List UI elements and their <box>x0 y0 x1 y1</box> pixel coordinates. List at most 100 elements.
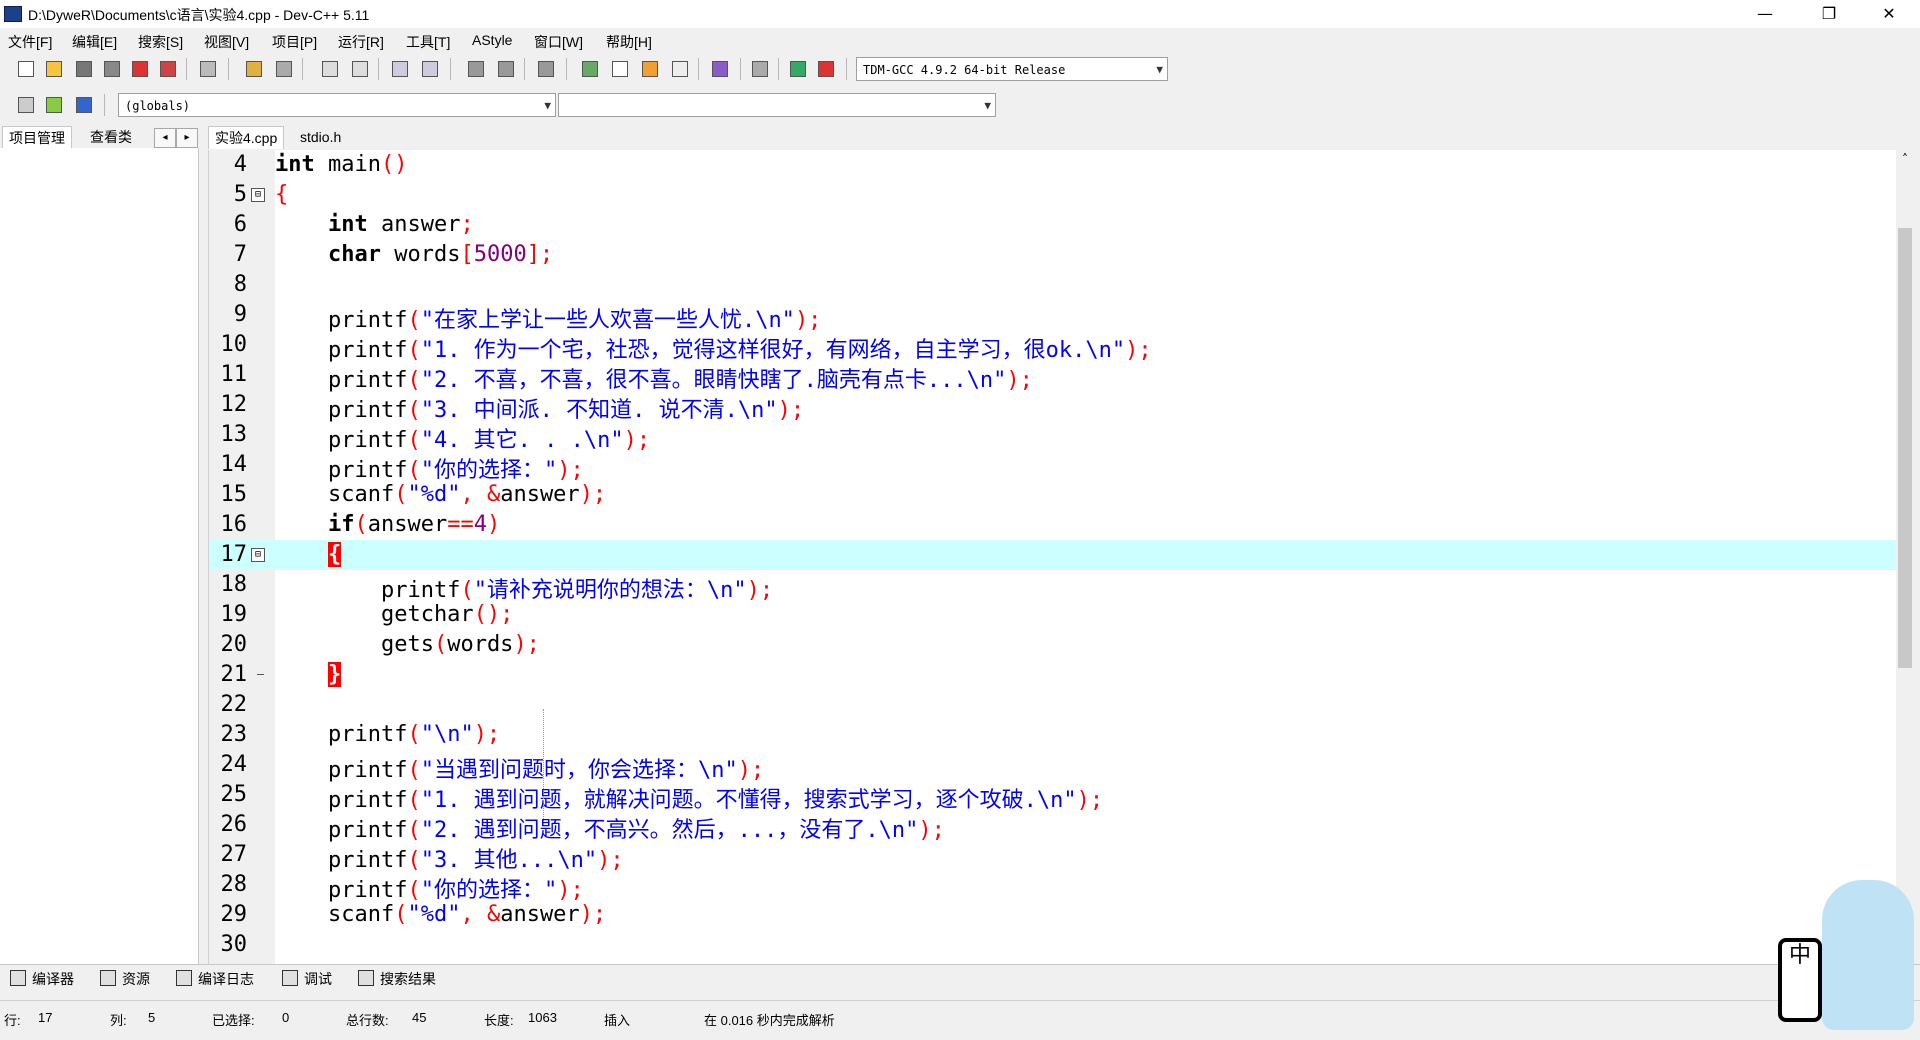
redo-icon[interactable] <box>272 57 296 81</box>
tab-resources[interactable]: 资源 <box>100 969 150 989</box>
code-line[interactable]: 30 <box>209 930 1897 960</box>
tab-compiler-label: 编译器 <box>32 971 74 987</box>
line-number: 6 <box>233 212 247 237</box>
code-token: answer <box>500 902 580 927</box>
print-icon[interactable] <box>196 57 220 81</box>
open-file-icon[interactable] <box>42 57 66 81</box>
menu-run[interactable]: 运行[R] <box>338 32 384 52</box>
tab-file-stdio[interactable]: stdio.h <box>294 126 347 148</box>
save-icon[interactable] <box>72 57 96 81</box>
code-line[interactable]: 5 ⊟ { <box>209 180 1897 210</box>
toggle-comment-icon[interactable] <box>534 57 558 81</box>
check-syntax-icon[interactable] <box>708 57 732 81</box>
code-line[interactable]: 15 scanf("%d", &answer); <box>209 480 1897 510</box>
unindent-icon[interactable] <box>418 57 442 81</box>
tab-class-browser[interactable]: 查看类 <box>84 126 138 148</box>
code-line[interactable]: 11 printf("2. 不喜，不喜，很不喜。眼睛快瞎了.脑壳有点卡...\n… <box>209 360 1897 393</box>
find-icon[interactable] <box>318 57 342 81</box>
code-line[interactable]: 29 scanf("%d", &answer); <box>209 900 1897 930</box>
goto-icon[interactable] <box>42 93 66 117</box>
scope-select[interactable]: (globals) ▼ <box>118 93 556 117</box>
tab-search-results-label: 搜索结果 <box>380 971 436 987</box>
tab-scroll-left-button[interactable]: ◂ <box>154 128 176 148</box>
line-number: 21 <box>220 662 248 687</box>
scroll-up-icon[interactable]: ˄ <box>1896 150 1914 168</box>
tab-file-shiyan4[interactable]: 实验4.cpp <box>208 126 285 149</box>
code-line[interactable]: 7 char words[5000]; <box>209 240 1897 270</box>
menu-search[interactable]: 搜索[S] <box>138 32 183 52</box>
menu-file[interactable]: 文件[F] <box>8 32 52 52</box>
insert-code-icon[interactable] <box>14 93 38 117</box>
save-all-icon[interactable] <box>100 57 124 81</box>
stop-execution-icon[interactable] <box>748 57 772 81</box>
symbol-select[interactable]: ▼ <box>558 93 996 117</box>
new-project-icon[interactable] <box>578 57 602 81</box>
code-editor[interactable]: 4 int main() 5 ⊟{6 int answer; 7 char words[… <box>208 150 1897 964</box>
bookmark-next-icon[interactable] <box>494 57 518 81</box>
vertical-scrollbar[interactable]: ˄ <box>1896 150 1914 964</box>
new-file-icon[interactable] <box>14 57 38 81</box>
code-line[interactable]: 26 printf("2. 遇到问题，不高兴。然后，...，没有了.\n"); <box>209 810 1897 843</box>
chart-icon <box>176 970 192 986</box>
code-line[interactable]: 18 printf("请补充说明你的想法：\n"); <box>209 570 1897 603</box>
code-line[interactable]: 4 int main() <box>209 150 1897 180</box>
tab-project-manager[interactable]: 项目管理 <box>2 126 72 149</box>
toggle-bookmark-icon[interactable] <box>72 93 96 117</box>
scrollbar-thumb[interactable] <box>1898 228 1912 668</box>
code-line[interactable]: 8 <box>209 270 1897 300</box>
menu-tools[interactable]: 工具[T] <box>406 32 450 52</box>
tab-compile-log[interactable]: 编译日志 <box>176 969 254 989</box>
code-line[interactable]: 13 printf("4. 其它. . .\n"); <box>209 420 1897 453</box>
minimize-button[interactable]: — <box>1742 0 1788 28</box>
replace-icon[interactable] <box>348 57 372 81</box>
fold-toggle-icon[interactable]: ⊟ <box>251 548 265 562</box>
indent-icon[interactable] <box>388 57 412 81</box>
code-text: if(answer==4) <box>275 512 500 537</box>
menu-edit[interactable]: 编辑[E] <box>72 32 117 52</box>
code-line[interactable]: 21 } <box>209 660 1897 690</box>
code-line[interactable]: 17 ⊟ { <box>209 540 1897 570</box>
code-line[interactable]: 20 gets(words); <box>209 630 1897 660</box>
close-all-icon[interactable] <box>156 57 180 81</box>
close-file-icon[interactable] <box>128 57 152 81</box>
menu-astyle[interactable]: AStyle <box>472 32 512 48</box>
close-button[interactable]: ✕ <box>1866 0 1912 28</box>
tab-scroll-right-button[interactable]: ▸ <box>176 128 198 148</box>
code-line[interactable]: 14 printf("你的选择："); <box>209 450 1897 483</box>
code-line[interactable]: 6 int answer; <box>209 210 1897 240</box>
menu-window[interactable]: 窗口[W] <box>534 32 583 52</box>
code-line[interactable]: 22 <box>209 690 1897 720</box>
code-line[interactable]: 19 getchar(); <box>209 600 1897 630</box>
menu-view[interactable]: 视图[V] <box>204 32 249 52</box>
fold-toggle-icon[interactable]: ⊟ <box>251 188 265 202</box>
tab-compiler[interactable]: 编译器 <box>10 969 74 989</box>
code-line[interactable]: 23 printf("\n"); <box>209 720 1897 750</box>
tab-debug[interactable]: 调试 <box>282 969 332 989</box>
status-total-value: 45 <box>412 1010 427 1025</box>
code-line[interactable]: 16 if(answer==4) <box>209 510 1897 540</box>
view-window-icon[interactable] <box>608 57 632 81</box>
code-line[interactable]: 9 printf("在家上学让一些人欢喜一些人忧.\n"); <box>209 300 1897 333</box>
code-line[interactable]: 24 printf("当遇到问题时，你会选择：\n"); <box>209 750 1897 783</box>
code-line[interactable]: 25 printf("1. 遇到问题，就解决问题。不懂得，搜索式学习，逐个攻破.… <box>209 780 1897 813</box>
code-line[interactable]: 10 printf("1. 作为一个宅，社恐，觉得这样很好，有网络，自主学习，很… <box>209 330 1897 363</box>
line-number: 23 <box>220 722 248 747</box>
code-line[interactable]: 12 printf("3. 中间派. 不知道. 说不清.\n"); <box>209 390 1897 423</box>
undo-icon[interactable] <box>242 57 266 81</box>
menu-project[interactable]: 项目[P] <box>272 32 317 52</box>
class-browser-icon[interactable] <box>638 57 662 81</box>
line-number: 29 <box>220 902 248 927</box>
layout-grid-icon[interactable] <box>668 57 692 81</box>
profile-chart-icon[interactable] <box>786 57 810 81</box>
code-line[interactable]: 28 printf("你的选择："); <box>209 870 1897 903</box>
compiler-select[interactable]: TDM-GCC 4.9.2 64-bit Release ▼ <box>856 57 1168 81</box>
restore-button[interactable]: ❐ <box>1806 0 1852 28</box>
ime-indicator[interactable]: 中 <box>1778 938 1822 1022</box>
bookmark-prev-icon[interactable] <box>464 57 488 81</box>
debug-icon[interactable] <box>814 57 838 81</box>
tab-search-results[interactable]: 搜索结果 <box>358 969 436 989</box>
line-number: 10 <box>220 332 248 357</box>
code-line[interactable]: 27 printf("3. 其他...\n"); <box>209 840 1897 873</box>
menu-help[interactable]: 帮助[H] <box>606 32 652 52</box>
